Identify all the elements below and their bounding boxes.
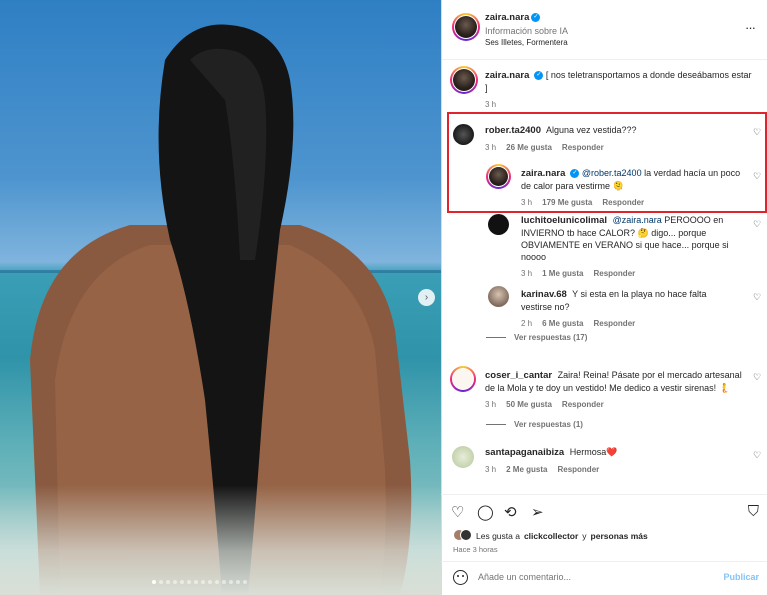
carousel-next-button[interactable]: › bbox=[418, 289, 435, 306]
repost-icon[interactable]: ⟲ bbox=[504, 503, 517, 521]
comment-avatar[interactable] bbox=[450, 366, 476, 392]
carousel-dot bbox=[152, 580, 156, 584]
like-heart-icon[interactable]: ♡ bbox=[753, 219, 761, 230]
liked-by-suffix: y bbox=[582, 531, 587, 541]
avatar[interactable] bbox=[452, 446, 474, 468]
avatar[interactable] bbox=[488, 286, 509, 307]
comment-likes[interactable]: 2 Me gusta bbox=[506, 465, 547, 474]
shore-foam bbox=[0, 485, 441, 595]
carousel-dot bbox=[180, 580, 184, 584]
carousel-dot bbox=[187, 580, 191, 584]
comment-likes[interactable]: 50 Me gusta bbox=[506, 400, 552, 409]
comment-likes[interactable]: 6 Me gusta bbox=[542, 319, 583, 328]
comment-item: santapaganaibiza Hermosa❤️ 3 h 2 Me gusta… bbox=[485, 446, 745, 474]
caption: zaira.nara ✓ [ nos teletransportamos a do… bbox=[485, 69, 755, 109]
location-label[interactable]: Ses Illetes, Formentera bbox=[485, 38, 568, 47]
view-replies-label: Ver respuestas (17) bbox=[514, 333, 588, 342]
reply-button[interactable]: Responder bbox=[562, 400, 604, 409]
avatar bbox=[455, 16, 477, 38]
comment-time: 3 h bbox=[485, 465, 497, 474]
avatar[interactable] bbox=[488, 214, 509, 235]
carousel-dot bbox=[215, 580, 219, 584]
caption-username[interactable]: zaira.nara bbox=[485, 70, 529, 81]
comment-username[interactable]: coser_i_cantar bbox=[485, 370, 552, 381]
comment-icon[interactable]: ◯ bbox=[477, 503, 494, 521]
verified-icon: ✓ bbox=[531, 13, 541, 23]
comment-text: Hermosa❤️ bbox=[569, 447, 618, 457]
carousel-dot bbox=[243, 580, 247, 584]
more-options-icon[interactable]: ··· bbox=[745, 20, 756, 35]
view-replies-label: Ver respuestas (1) bbox=[514, 420, 583, 429]
carousel-dot bbox=[222, 580, 226, 584]
carousel-dot bbox=[201, 580, 205, 584]
author-avatar-ring[interactable] bbox=[452, 13, 480, 41]
carousel-dot bbox=[229, 580, 233, 584]
comment-username[interactable]: luchitoelunicolimal bbox=[521, 215, 607, 226]
share-icon[interactable]: ➢ bbox=[531, 503, 544, 521]
post-photo[interactable]: › bbox=[0, 0, 441, 595]
comment-time: 2 h bbox=[521, 319, 533, 328]
liked-by-prefix: Les gusta a bbox=[476, 531, 520, 541]
carousel-dots bbox=[152, 580, 247, 584]
comment-reply: luchitoelunicolimal @zaira.nara PEROOOO … bbox=[521, 214, 731, 278]
like-icon[interactable]: ♡ bbox=[451, 503, 464, 521]
liked-by: Les gusta a clickcollector y personas má… bbox=[453, 529, 648, 543]
post-header: zaira.nara ✓ Información sobre IA Ses Ill… bbox=[442, 0, 767, 60]
carousel-dot bbox=[208, 580, 212, 584]
comment-username[interactable]: santapaganaibiza bbox=[485, 447, 564, 458]
mention-link[interactable]: @zaira.nara bbox=[613, 215, 662, 225]
like-heart-icon[interactable]: ♡ bbox=[753, 292, 761, 303]
carousel-dot bbox=[173, 580, 177, 584]
caption-avatar[interactable] bbox=[450, 66, 478, 94]
verified-icon: ✓ bbox=[534, 71, 544, 81]
publish-button[interactable]: Publicar bbox=[723, 572, 759, 582]
reply-button[interactable]: Responder bbox=[557, 465, 599, 474]
ai-info-label[interactable]: Información sobre IA bbox=[485, 26, 568, 36]
reply-button[interactable]: Responder bbox=[593, 269, 635, 278]
author-username[interactable]: zaira.nara bbox=[485, 12, 529, 23]
add-comment-bar: Publicar bbox=[441, 561, 767, 595]
liked-by-more[interactable]: personas más bbox=[591, 531, 648, 541]
comment-input[interactable] bbox=[478, 572, 708, 582]
post-actions: ♡ ◯ ⟲ ➢ ⛉ Les gusta a clickcollector y p… bbox=[441, 494, 767, 595]
comment-time: 3 h bbox=[485, 400, 497, 409]
posted-time[interactable]: Hace 3 horas bbox=[453, 545, 498, 554]
highlight-box bbox=[447, 112, 767, 213]
comment-reply: karinav.68 Y si esta en la playa no hace… bbox=[521, 288, 731, 328]
liked-by-user[interactable]: clickcollector bbox=[524, 531, 578, 541]
carousel-dot bbox=[159, 580, 163, 584]
save-icon[interactable]: ⛉ bbox=[748, 503, 759, 520]
comment-username[interactable]: karinav.68 bbox=[521, 289, 567, 300]
liked-by-avatars bbox=[453, 529, 472, 543]
emoji-icon[interactable] bbox=[453, 570, 468, 585]
carousel-dot bbox=[166, 580, 170, 584]
like-heart-icon[interactable]: ♡ bbox=[753, 450, 761, 461]
reply-button[interactable]: Responder bbox=[593, 319, 635, 328]
view-replies-button[interactable]: Ver respuestas (1) bbox=[486, 420, 583, 429]
like-heart-icon[interactable]: ♡ bbox=[753, 372, 761, 383]
caption-time: 3 h bbox=[485, 100, 497, 109]
comment-item: coser_i_cantar Zaira! Reina! Pásate por … bbox=[485, 369, 747, 409]
carousel-dot bbox=[194, 580, 198, 584]
view-replies-button[interactable]: Ver respuestas (17) bbox=[486, 333, 587, 342]
comment-time: 3 h bbox=[521, 269, 533, 278]
comment-likes[interactable]: 1 Me gusta bbox=[542, 269, 583, 278]
carousel-dot bbox=[236, 580, 240, 584]
